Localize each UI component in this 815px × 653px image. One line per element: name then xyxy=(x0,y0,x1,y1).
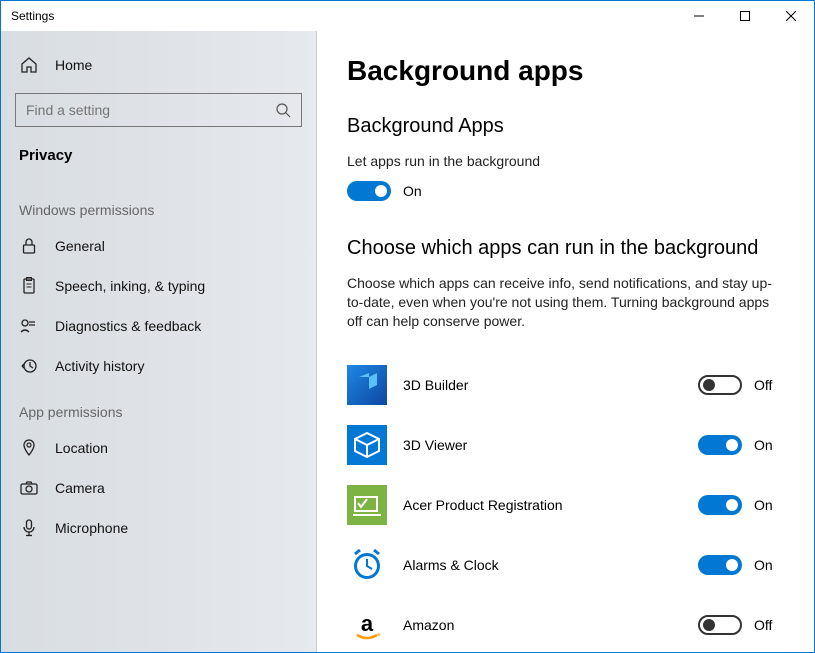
current-section-label: Privacy xyxy=(1,137,316,184)
sidebar-item-label: Activity history xyxy=(55,358,144,374)
app-toggle-state: On xyxy=(754,497,773,513)
minimize-button[interactable] xyxy=(676,1,722,31)
sidebar-item-location[interactable]: Location xyxy=(1,428,316,468)
sidebar-item-activity[interactable]: Activity history xyxy=(1,346,316,386)
app-icon-amazon: a xyxy=(347,605,387,645)
sidebar-item-home[interactable]: Home xyxy=(1,45,316,85)
microphone-icon xyxy=(19,518,39,538)
app-toggle-state: Off xyxy=(754,377,772,393)
titlebar: Settings xyxy=(1,1,814,31)
sidebar-item-label: Location xyxy=(55,440,108,456)
camera-icon xyxy=(19,478,39,498)
clipboard-icon xyxy=(19,276,39,296)
sidebar-item-label: Microphone xyxy=(55,520,128,536)
sidebar-item-label: Speech, inking, & typing xyxy=(55,278,205,294)
section-heading-windows-permissions: Windows permissions xyxy=(1,184,316,226)
section-title-background-apps: Background Apps xyxy=(347,115,784,138)
window-controls xyxy=(676,1,814,31)
sidebar-item-diagnostics[interactable]: Diagnostics & feedback xyxy=(1,306,316,346)
app-icon-3d-builder xyxy=(347,365,387,405)
content-area: Background apps Background Apps Let apps… xyxy=(317,31,814,652)
app-name-label: Alarms & Clock xyxy=(403,557,698,573)
feedback-icon xyxy=(19,316,39,336)
master-toggle-label: Let apps run in the background xyxy=(347,152,784,171)
app-row-3d-builder: 3D Builder Off xyxy=(347,355,784,415)
app-toggle-3d-viewer[interactable] xyxy=(698,435,742,455)
maximize-button[interactable] xyxy=(722,1,768,31)
app-toggle-3d-builder[interactable] xyxy=(698,375,742,395)
location-icon xyxy=(19,438,39,458)
app-toggle-state: On xyxy=(754,437,773,453)
app-name-label: Amazon xyxy=(403,617,698,633)
window-title: Settings xyxy=(11,9,54,23)
section-description: Choose which apps can receive info, send… xyxy=(347,274,784,331)
search-input[interactable] xyxy=(15,93,302,127)
app-toggle-amazon[interactable] xyxy=(698,615,742,635)
sidebar-item-label: General xyxy=(55,238,105,254)
search-field[interactable] xyxy=(26,102,275,118)
app-row-alarms: Alarms & Clock On xyxy=(347,535,784,595)
section-title-choose-apps: Choose which apps can run in the backgro… xyxy=(347,237,784,260)
sidebar-item-label: Camera xyxy=(55,480,105,496)
app-name-label: Acer Product Registration xyxy=(403,497,698,513)
sidebar-item-speech[interactable]: Speech, inking, & typing xyxy=(1,266,316,306)
sidebar: Home Privacy Windows permissions General… xyxy=(1,31,317,652)
page-title: Background apps xyxy=(347,55,784,87)
lock-icon xyxy=(19,236,39,256)
close-button[interactable] xyxy=(768,1,814,31)
app-icon-alarms xyxy=(347,545,387,585)
search-icon xyxy=(275,102,291,118)
app-row-3d-viewer: 3D Viewer On xyxy=(347,415,784,475)
history-icon xyxy=(19,356,39,376)
app-name-label: 3D Builder xyxy=(403,377,698,393)
app-row-acer: Acer Product Registration On xyxy=(347,475,784,535)
app-toggle-alarms[interactable] xyxy=(698,555,742,575)
sidebar-item-general[interactable]: General xyxy=(1,226,316,266)
sidebar-item-label: Home xyxy=(55,57,92,73)
svg-text:a: a xyxy=(361,611,374,636)
section-heading-app-permissions: App permissions xyxy=(1,386,316,428)
app-icon-acer xyxy=(347,485,387,525)
sidebar-item-microphone[interactable]: Microphone xyxy=(1,508,316,548)
app-row-amazon: a Amazon Off xyxy=(347,595,784,652)
app-toggle-state: Off xyxy=(754,617,772,633)
app-toggle-state: On xyxy=(754,557,773,573)
sidebar-item-camera[interactable]: Camera xyxy=(1,468,316,508)
master-toggle[interactable] xyxy=(347,181,391,201)
app-icon-3d-viewer xyxy=(347,425,387,465)
master-toggle-state: On xyxy=(403,183,422,199)
sidebar-item-label: Diagnostics & feedback xyxy=(55,318,201,334)
app-name-label: 3D Viewer xyxy=(403,437,698,453)
home-icon xyxy=(19,55,39,75)
app-toggle-acer[interactable] xyxy=(698,495,742,515)
